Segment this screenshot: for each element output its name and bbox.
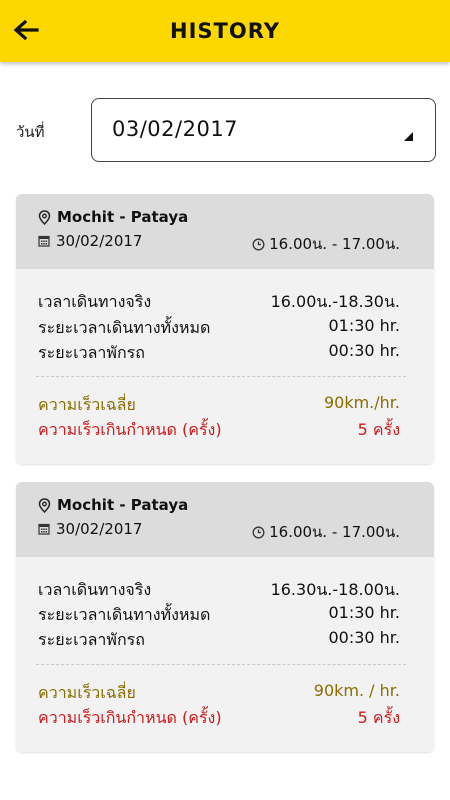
average-speed-label: ความเร็วเฉลี่ย xyxy=(38,395,136,414)
rest-duration-row: ระยะเวลาพักรถ 00:30 hr. xyxy=(38,341,400,366)
route-name: Mochit - Pataya xyxy=(57,496,189,514)
total-duration-label: ระยะเวลาเดินทางทั้งหมด xyxy=(38,605,211,624)
date-label: วันที่ xyxy=(16,123,45,141)
trip-date: 30/02/2017 xyxy=(56,520,143,538)
actual-time-label: เวลาเดินทางจริง xyxy=(38,580,152,599)
dropdown-caret-icon xyxy=(404,132,413,141)
location-pin-icon xyxy=(38,497,51,513)
page-title: HISTORY xyxy=(170,19,280,43)
trip-card[interactable]: Mochit - Pataya 30/02/2017 16.00น. - 17.… xyxy=(16,482,434,752)
overspeed-value: 5 ครั้ง xyxy=(357,420,400,439)
average-speed-row: ความเร็วเฉลี่ย 90km./hr. xyxy=(38,393,400,418)
divider xyxy=(36,376,406,377)
total-duration-label: ระยะเวลาเดินทางทั้งหมด xyxy=(38,318,211,337)
route-name: Mochit - Pataya xyxy=(57,208,189,226)
trip-card-header: Mochit - Pataya 30/02/2017 16.00น. - 17.… xyxy=(16,194,434,269)
overspeed-row: ความเร็วเกินกำหนด (ครั้ง) 5 ครั้ง xyxy=(38,418,400,443)
calendar-icon xyxy=(38,235,50,247)
average-speed-value: 90km. / hr. xyxy=(313,681,400,700)
total-duration-row: ระยะเวลาเดินทางทั้งหมด 01:30 hr. xyxy=(38,316,400,341)
rest-duration-value: 00:30 hr. xyxy=(328,341,400,360)
actual-time-row: เวลาเดินทางจริง 16.00น.-18.30น. xyxy=(38,290,400,315)
total-duration-value: 01:30 hr. xyxy=(328,603,400,622)
total-duration-value: 01:30 hr. xyxy=(328,316,400,335)
app-bar: HISTORY xyxy=(0,0,450,62)
calendar-icon xyxy=(38,523,50,535)
clock-icon xyxy=(252,526,265,539)
trip-time: 16.00น. - 17.00น. xyxy=(269,235,400,253)
trip-time: 16.00น. - 17.00น. xyxy=(269,523,400,541)
trip-card[interactable]: Mochit - Pataya 30/02/2017 16.00น. - 17.… xyxy=(16,194,434,464)
trip-card-header: Mochit - Pataya 30/02/2017 16.00น. - 17.… xyxy=(16,482,434,557)
actual-time-row: เวลาเดินทางจริง 16.30น.-18.00น. xyxy=(38,578,400,603)
rest-duration-label: ระยะเวลาพักรถ xyxy=(38,630,145,649)
average-speed-label: ความเร็วเฉลี่ย xyxy=(38,683,136,702)
actual-time-label: เวลาเดินทางจริง xyxy=(38,292,152,311)
trip-date: 30/02/2017 xyxy=(56,232,143,250)
overspeed-label: ความเร็วเกินกำหนด (ครั้ง) xyxy=(38,708,222,727)
rest-duration-label: ระยะเวลาพักรถ xyxy=(38,343,145,362)
overspeed-label: ความเร็วเกินกำหนด (ครั้ง) xyxy=(38,420,222,439)
overspeed-row: ความเร็วเกินกำหนด (ครั้ง) 5 ครั้ง xyxy=(38,706,400,731)
date-dropdown[interactable]: 03/02/2017 xyxy=(91,98,436,162)
actual-time-value: 16.00น.-18.30น. xyxy=(270,292,400,311)
location-pin-icon xyxy=(38,209,51,225)
average-speed-value: 90km./hr. xyxy=(323,393,400,412)
total-duration-row: ระยะเวลาเดินทางทั้งหมด 01:30 hr. xyxy=(38,603,400,628)
actual-time-value: 16.30น.-18.00น. xyxy=(270,580,400,599)
selected-date: 03/02/2017 xyxy=(112,117,239,141)
rest-duration-value: 00:30 hr. xyxy=(328,628,400,647)
clock-icon xyxy=(252,238,265,251)
divider xyxy=(36,664,406,665)
overspeed-value: 5 ครั้ง xyxy=(357,708,400,727)
average-speed-row: ความเร็วเฉลี่ย 90km. / hr. xyxy=(38,681,400,706)
rest-duration-row: ระยะเวลาพักรถ 00:30 hr. xyxy=(38,628,400,653)
